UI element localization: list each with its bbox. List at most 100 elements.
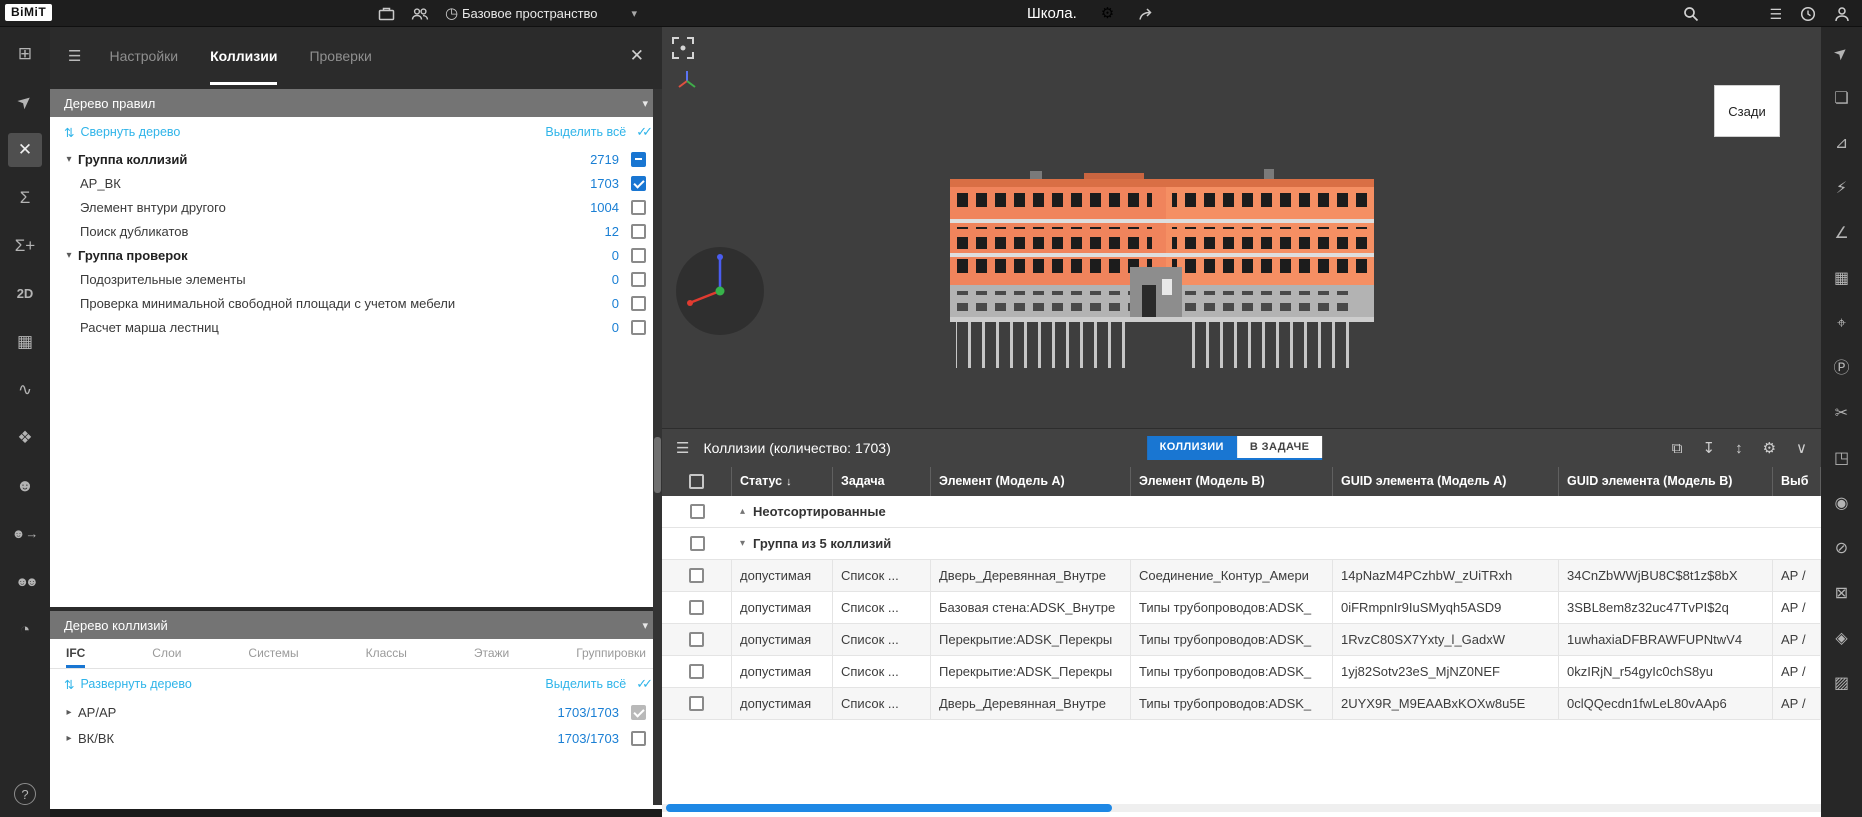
group-checkbox[interactable] [690, 504, 705, 519]
model-tree-icon[interactable]: ⊞ [8, 37, 42, 71]
collision-tree-header[interactable]: Дерево коллизий ▾ [50, 611, 662, 639]
rules-tree-row[interactable]: Подозрительные элементы 0 [50, 267, 662, 291]
building-3d-model[interactable] [934, 167, 1389, 387]
column-guid-b[interactable]: GUID элемента (Модель В) [1559, 467, 1773, 496]
clash-detection-icon[interactable]: ✕ [8, 133, 42, 167]
group-checkbox[interactable] [690, 536, 705, 551]
rule-checkbox[interactable] [631, 320, 646, 335]
rule-checkbox[interactable] [631, 224, 646, 239]
column-element-b[interactable]: Элемент (Модель В) [1131, 467, 1333, 496]
rules-tree-row[interactable]: Поиск дубликатов 12 [50, 219, 662, 243]
row-checkbox[interactable] [689, 568, 704, 583]
angle-measure-icon[interactable]: ∠ [1827, 219, 1857, 249]
panel-scrollbar-thumb[interactable] [654, 437, 661, 493]
column-guid-a[interactable]: GUID элемента (Модель А) [1333, 467, 1559, 496]
tab-systems[interactable]: Системы [248, 639, 298, 668]
expand-tree-link[interactable]: ⇅ Развернуть дерево [64, 677, 192, 692]
row-checkbox[interactable] [689, 632, 704, 647]
row-checkbox[interactable] [689, 600, 704, 615]
select-tool-icon[interactable]: ➤ [8, 85, 42, 119]
clock-icon[interactable] [1800, 6, 1816, 22]
collision-table-row[interactable]: допустимая Список ... Дверь_Деревянная_В… [662, 560, 1821, 592]
fit-view-icon[interactable] [670, 35, 696, 61]
gauge-icon[interactable]: ◔ [8, 613, 42, 647]
duplicate-icon[interactable]: ⧉ [1672, 441, 1683, 456]
rules-tree-row[interactable]: АР_ВК 1703 [50, 171, 662, 195]
tab-settings[interactable]: Настройки [109, 27, 178, 85]
plugins-icon[interactable]: ❖ [8, 421, 42, 455]
share-icon[interactable] [1138, 7, 1154, 21]
node-checkbox[interactable] [631, 731, 646, 746]
graph-icon[interactable]: ∿ [8, 373, 42, 407]
team-icon[interactable]: ☻☻ [8, 565, 42, 599]
hide-icon[interactable]: ⊘ [1827, 534, 1857, 564]
mode-in-task-button[interactable]: В ЗАДАЧЕ [1237, 436, 1322, 458]
rule-checkbox[interactable] [631, 176, 646, 191]
rules-tree-row[interactable]: ▾ Группа проверок 0 [50, 243, 662, 267]
clip-plane-icon[interactable]: ◳ [1827, 444, 1857, 474]
export-icon[interactable]: ↧ [1702, 441, 1715, 456]
column-selection[interactable]: Выб [1773, 467, 1821, 496]
section-box-icon[interactable]: ▦ [1827, 264, 1857, 294]
expand-arrow-icon[interactable]: ▾ [60, 154, 78, 165]
tab-collisions[interactable]: Коллизии [210, 27, 277, 85]
list-view-icon[interactable]: ☰ [1769, 7, 1782, 21]
node-checkbox[interactable] [631, 705, 646, 720]
select-all-checkbox[interactable] [689, 474, 704, 489]
region-select-icon[interactable]: ❏ [1827, 84, 1857, 114]
collapse-up-icon[interactable]: ▴ [740, 506, 745, 517]
mode-collisions-button[interactable]: КОЛЛИЗИИ [1147, 436, 1237, 458]
focus-model-icon[interactable]: ⌖ [1827, 309, 1857, 339]
group-row-unsorted[interactable]: ▴ Неотсортированные [662, 496, 1821, 528]
isolate-icon[interactable]: ⊠ [1827, 579, 1857, 609]
measure-icon[interactable]: ⊿ [1827, 129, 1857, 159]
plan-view-icon[interactable]: Ⓟ [1827, 354, 1857, 384]
collision-tree-row[interactable]: ▸ АР/АР 1703/1703 [50, 699, 662, 725]
settings-icon[interactable]: ⚙ [1101, 6, 1114, 21]
panel-scrollbar[interactable] [653, 89, 662, 805]
column-status[interactable]: Статус↓ [732, 467, 833, 496]
close-icon[interactable]: ✕ [630, 46, 644, 66]
section-plane-icon[interactable]: ✂ [1827, 399, 1857, 429]
group-row-five-collisions[interactable]: ▾ Группа из 5 коллизий [662, 528, 1821, 560]
users-icon[interactable] [411, 7, 429, 21]
rule-checkbox[interactable] [631, 200, 646, 215]
view-cube[interactable]: Сзади [1714, 85, 1780, 137]
scheme-icon[interactable]: ▦ [8, 325, 42, 359]
collision-table-row[interactable]: допустимая Список ... Перекрытие:ADSK_Пе… [662, 656, 1821, 688]
history-icon[interactable]: ◷ [445, 6, 458, 21]
xray-icon[interactable]: ▨ [1827, 669, 1857, 699]
visibility-icon[interactable]: ◉ [1827, 489, 1857, 519]
user-icon[interactable]: ☻ [8, 469, 42, 503]
rule-checkbox[interactable] [631, 152, 646, 167]
appearance-icon[interactable]: ◈ [1827, 624, 1857, 654]
collapse-down-icon[interactable]: ▾ [740, 538, 745, 549]
expand-arrow-icon[interactable]: ▸ [60, 733, 78, 744]
expand-arrow-icon[interactable]: ▸ [60, 707, 78, 718]
rule-checkbox[interactable] [631, 248, 646, 263]
tab-checks[interactable]: Проверки [309, 27, 371, 85]
rules-tree-row[interactable]: Проверка минимальной свободной площади с… [50, 291, 662, 315]
column-element-a[interactable]: Элемент (Модель А) [931, 467, 1131, 496]
rules-tree-row[interactable]: Элемент внтури другого 1004 [50, 195, 662, 219]
panel-menu-icon[interactable]: ☰ [676, 439, 689, 457]
view-2d-icon[interactable]: 2D [8, 277, 42, 311]
expand-arrow-icon[interactable]: ▾ [60, 250, 78, 261]
tab-ifc[interactable]: IFC [66, 639, 85, 668]
collapse-panel-icon[interactable]: ∨ [1796, 441, 1807, 456]
search-icon[interactable] [1683, 6, 1699, 22]
tab-classes[interactable]: Классы [366, 639, 407, 668]
row-checkbox[interactable] [689, 664, 704, 679]
rules-tree-row[interactable]: Расчет марша лестниц 0 [50, 315, 662, 339]
row-height-icon[interactable]: ↕ [1735, 441, 1743, 456]
collision-table-row[interactable]: допустимая Список ... Перекрытие:ADSK_Пе… [662, 624, 1821, 656]
quick-measure-icon[interactable]: ⚡ [1827, 174, 1857, 204]
panel-menu-icon[interactable]: ☰ [68, 47, 81, 65]
collision-tree-row[interactable]: ▸ ВК/ВК 1703/1703 [50, 725, 662, 751]
select-cursor-icon[interactable]: ➤ [1827, 39, 1857, 69]
column-task[interactable]: Задача [833, 467, 931, 496]
select-all-link[interactable]: Выделить всё ✓✓ [545, 124, 648, 140]
help-icon[interactable]: ? [14, 783, 36, 805]
collision-table-row[interactable]: допустимая Список ... Базовая стена:ADSK… [662, 592, 1821, 624]
collision-table-row[interactable]: допустимая Список ... Дверь_Деревянная_В… [662, 688, 1821, 720]
